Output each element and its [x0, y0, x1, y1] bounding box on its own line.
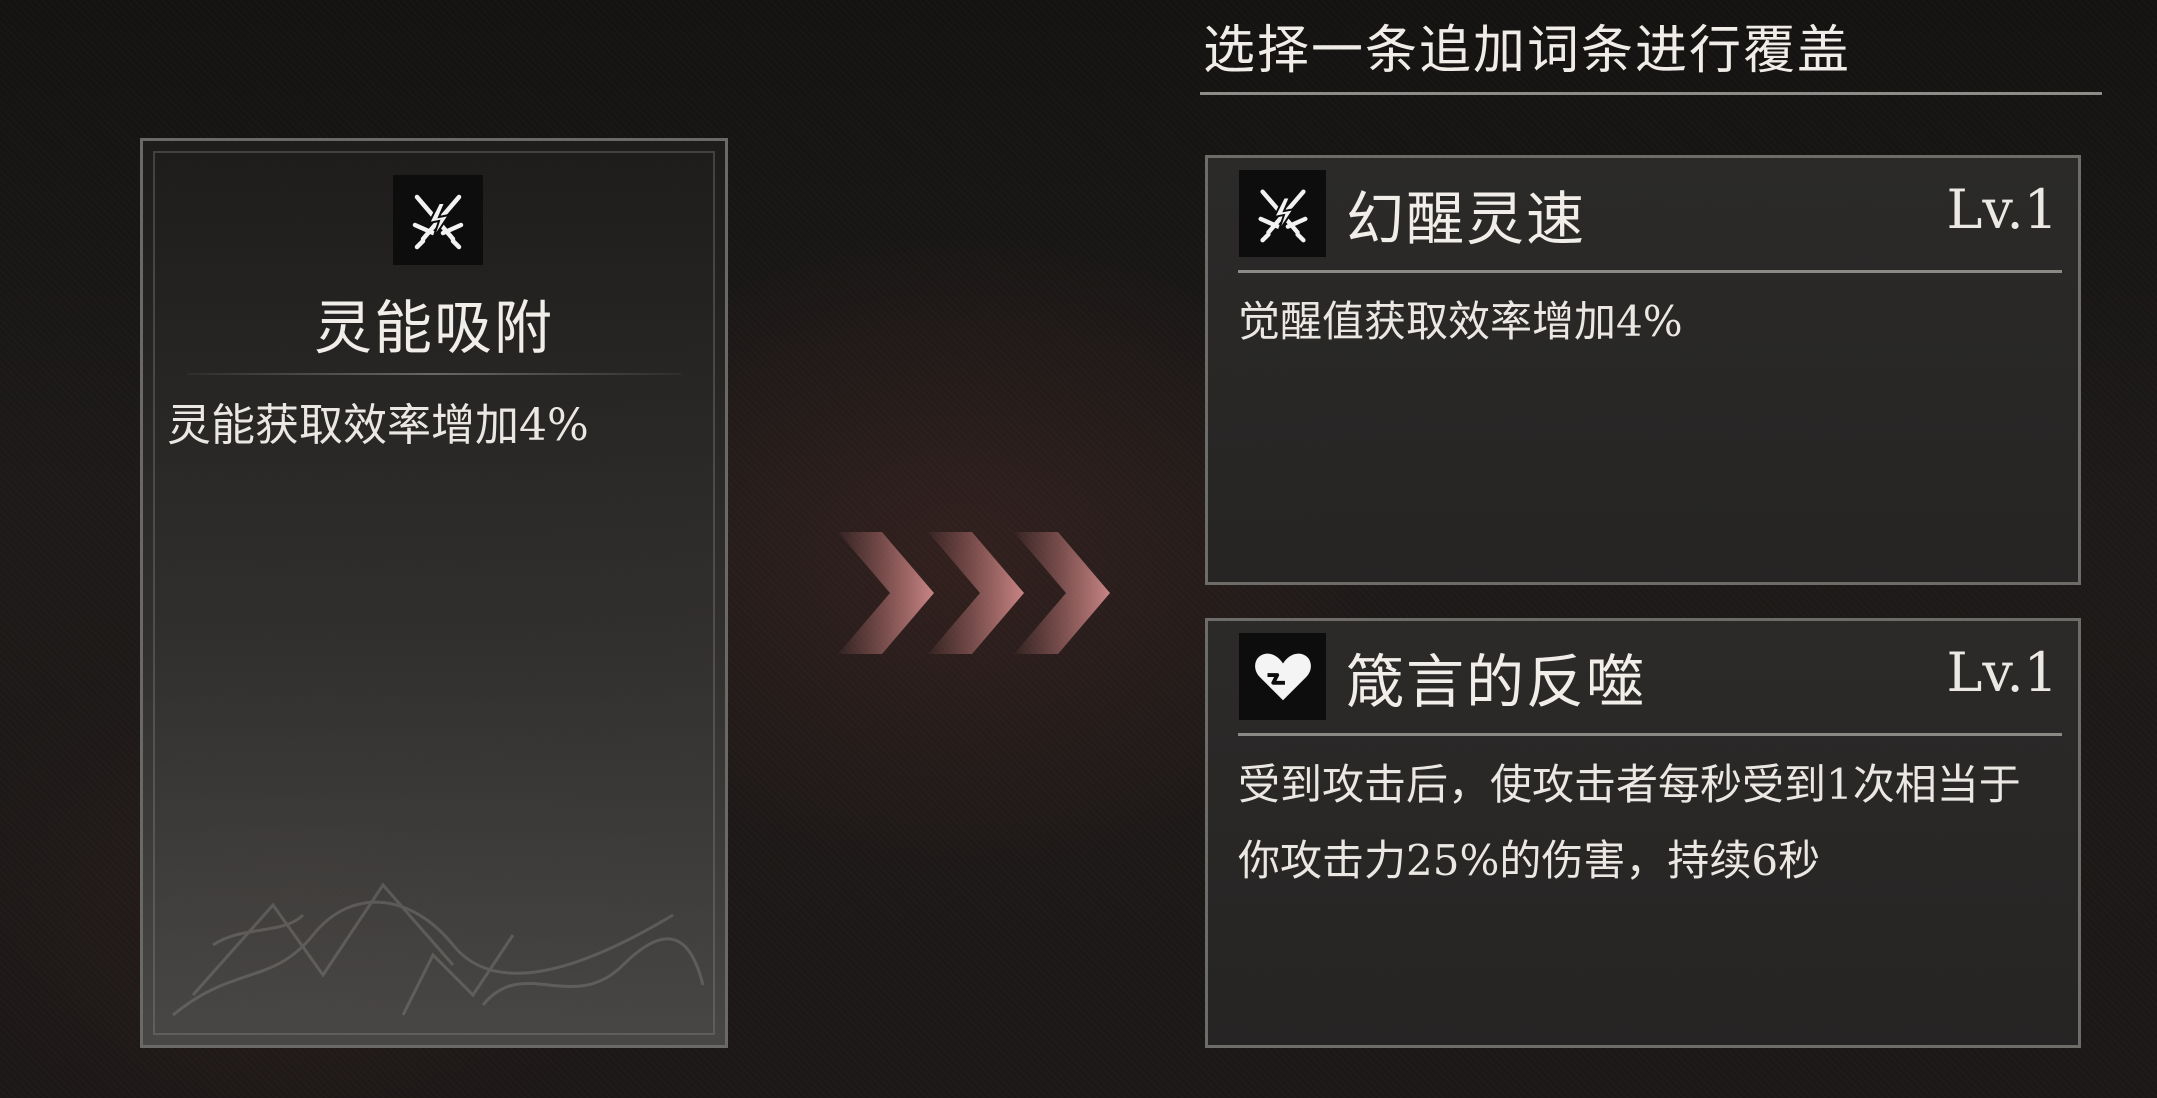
affix-option-level: Lv.1 — [1946, 641, 2058, 704]
affix-option-name: 幻醒灵速 — [1346, 185, 1587, 253]
page-title: 选择一条追加词条进行覆盖 — [1203, 21, 1852, 81]
crossed-swords-lightning-icon — [1239, 170, 1326, 257]
affix-option-divider — [1238, 270, 2062, 273]
current-affix-description: 灵能获取效率增加4% — [167, 400, 589, 451]
affix-option-card[interactable]: 幻醒灵速 Lv.1 觉醒值获取效率增加4% — [1205, 155, 2081, 585]
card-background-sketch — [172, 882, 705, 1017]
replace-arrow-icon — [838, 532, 1110, 654]
title-divider — [1200, 92, 2102, 95]
current-affix-card: 灵能吸附 灵能获取效率增加4% — [140, 138, 728, 1048]
affix-option-name: 箴言的反噬 — [1346, 648, 1647, 716]
cracked-heart-icon — [1239, 633, 1326, 720]
affix-option-description: 受到攻击后，使攻击者每秒受到1次相当于你攻击力25%的伤害，持续6秒 — [1238, 760, 2021, 885]
affix-replace-screen: 选择一条追加词条进行覆盖 灵能吸附 灵能获取效率增加4% 幻醒灵速 Lv.1 觉… — [0, 0, 2157, 1098]
current-affix-divider — [187, 373, 681, 375]
current-affix-name: 灵能吸附 — [313, 294, 554, 362]
crossed-swords-lightning-icon — [393, 175, 483, 265]
affix-option-divider — [1238, 733, 2062, 736]
affix-option-description: 觉醒值获取效率增加4% — [1238, 297, 1683, 346]
affix-option-card[interactable]: 箴言的反噬 Lv.1 受到攻击后，使攻击者每秒受到1次相当于你攻击力25%的伤害… — [1205, 618, 2081, 1048]
affix-option-level: Lv.1 — [1946, 178, 2058, 241]
